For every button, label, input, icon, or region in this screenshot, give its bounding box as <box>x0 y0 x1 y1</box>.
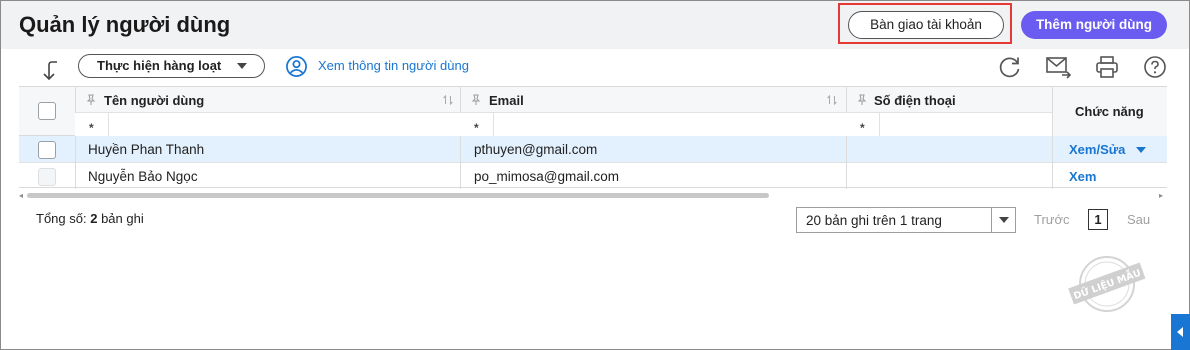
scrollbar-thumb[interactable] <box>27 193 769 198</box>
filter-cell-email: * <box>460 112 846 136</box>
scroll-left-icon[interactable]: ◂ <box>19 191 23 200</box>
filter-input-phone[interactable] <box>879 113 1052 136</box>
column-divider <box>846 136 847 163</box>
table-header: Tên người dùng Email Số điện thoại * * * <box>19 87 1167 136</box>
column-header-function: Chức năng <box>1075 104 1144 119</box>
filter-input-name[interactable] <box>108 113 460 136</box>
add-user-button[interactable]: Thêm người dùng <box>1021 11 1167 39</box>
column-divider <box>1052 163 1053 189</box>
table-row[interactable]: Nguyễn Bảo Ngọc po_mimosa@gmail.com Xem <box>19 163 1167 190</box>
scroll-right-icon[interactable]: ▸ <box>1159 191 1163 200</box>
total-records: Tổng số: 2 bản ghi <box>36 211 144 226</box>
pin-icon[interactable] <box>857 94 867 106</box>
page-size-value: 20 bản ghi trên 1 trang <box>806 213 942 228</box>
send-mail-icon[interactable] <box>1045 55 1073 79</box>
page-size-select[interactable]: 20 bản ghi trên 1 trang <box>796 207 1016 233</box>
filter-input-email[interactable] <box>493 113 846 136</box>
view-link[interactable]: Xem <box>1069 169 1096 184</box>
prev-page-button[interactable]: Trước <box>1034 212 1070 227</box>
pin-icon[interactable] <box>86 94 96 106</box>
side-panel-toggle[interactable] <box>1171 314 1190 350</box>
print-icon[interactable] <box>1094 54 1120 80</box>
horizontal-scrollbar[interactable]: ◂ ▸ <box>19 190 1167 200</box>
chevron-down-icon[interactable] <box>1136 147 1146 153</box>
column-divider <box>75 163 76 189</box>
app-frame: Quản lý người dùng Bàn giao tài khoản Th… <box>0 0 1190 350</box>
page-title: Quản lý người dùng <box>19 12 231 37</box>
user-circle-icon <box>286 56 307 77</box>
row-checkbox[interactable] <box>38 141 56 159</box>
table-row[interactable]: Huyền Phan Thanh pthuyen@gmail.com Xem/S… <box>19 136 1167 163</box>
bulk-action-label: Thực hiện hàng loạt <box>97 58 222 73</box>
view-edit-link[interactable]: Xem/Sửa <box>1069 142 1125 157</box>
column-header-email[interactable]: Email <box>489 93 524 108</box>
refresh-icon[interactable] <box>997 54 1023 80</box>
current-page[interactable]: 1 <box>1088 209 1108 230</box>
sort-icon[interactable] <box>442 94 454 106</box>
chevron-down-icon <box>999 217 1009 223</box>
page-header: Quản lý người dùng Bàn giao tài khoản Th… <box>1 1 1189 49</box>
column-header-function-cell: Chức năng <box>1052 87 1167 136</box>
bulk-action-button[interactable]: Thực hiện hàng loạt <box>78 54 265 78</box>
column-divider <box>460 136 461 163</box>
sort-icon[interactable] <box>826 94 838 106</box>
next-page-button[interactable]: Sau <box>1127 212 1150 227</box>
filter-cell-name: * <box>75 112 460 136</box>
pin-icon[interactable] <box>471 94 481 106</box>
filter-operator[interactable]: * <box>860 121 865 135</box>
user-table: Tên người dùng Email Số điện thoại * * *… <box>19 86 1167 190</box>
column-divider <box>75 136 76 163</box>
total-count: 2 <box>90 211 98 226</box>
filter-operator[interactable]: * <box>89 121 94 135</box>
column-divider <box>1052 136 1053 163</box>
collapse-arrow-icon[interactable] <box>39 59 63 83</box>
chevron-left-icon <box>1177 327 1183 337</box>
view-user-info-label: Xem thông tin người dùng <box>318 58 469 73</box>
column-divider <box>846 163 847 189</box>
total-prefix: Tổng số: <box>36 211 87 226</box>
handover-account-button[interactable]: Bàn giao tài khoản <box>848 11 1004 39</box>
column-header-name[interactable]: Tên người dùng <box>104 93 204 108</box>
row-checkbox <box>38 168 56 186</box>
select-all-checkbox[interactable] <box>38 102 56 120</box>
chevron-down-icon <box>237 63 247 69</box>
column-header-phone[interactable]: Số điện thoại <box>874 93 956 108</box>
filter-cell-phone: * <box>846 112 1052 136</box>
cell-email: po_mimosa@gmail.com <box>474 169 619 184</box>
cell-name: Nguyễn Bảo Ngọc <box>88 169 198 184</box>
total-suffix: bản ghi <box>101 211 144 226</box>
sample-data-stamp: DỮ LIỆU MẪU <box>1068 256 1146 312</box>
help-icon[interactable] <box>1143 55 1167 79</box>
column-divider <box>460 163 461 189</box>
page-size-dropdown[interactable] <box>991 208 1015 232</box>
cell-name: Huyền Phan Thanh <box>88 142 205 157</box>
cell-email: pthuyen@gmail.com <box>474 142 598 157</box>
filter-operator[interactable]: * <box>474 121 479 135</box>
